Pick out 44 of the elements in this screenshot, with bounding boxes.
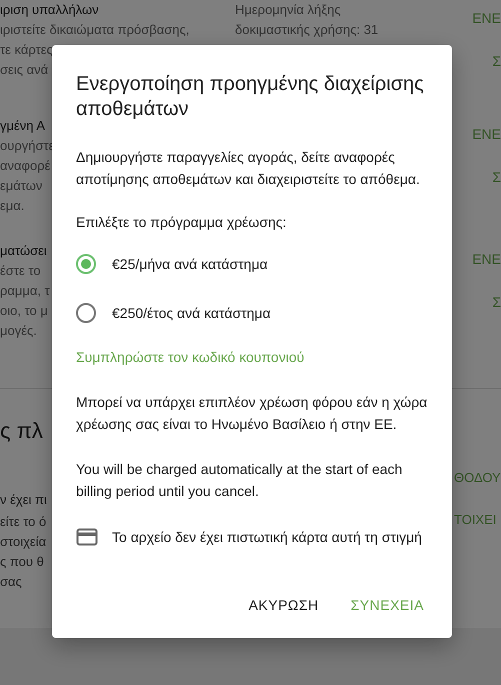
item-description: σεις ανά — [0, 61, 48, 79]
item-title: ιριση υπαλλήλων — [0, 1, 99, 19]
item-description: ιριστείτε δικαιώματα πρόσβασης, — [0, 21, 190, 39]
cancel-button[interactable]: ΑΚΥΡΩΣΗ — [236, 586, 331, 624]
item-description: σας — [0, 573, 22, 591]
item-description: μογές. — [0, 322, 37, 340]
item-description: εμάτων — [0, 177, 42, 195]
trial-end-text: Ημερομηνία λήξης — [235, 1, 341, 19]
item-description: είτε το ό — [0, 513, 46, 531]
action-link[interactable]: Σ — [492, 53, 501, 69]
radio-button[interactable] — [76, 303, 96, 323]
tax-note: Μπορεί να υπάρχει επιπλέον χρέωση φόρου εάν η χώρα χρέωσης σας είναι το Ηνωμένο Βασίλειο ή στην ΕΕ. — [76, 393, 428, 434]
action-link[interactable]: ΕΝΕ — [472, 126, 501, 142]
coupon-link[interactable]: Συμπληρώστε τον κωδικό κουπονιού — [76, 346, 304, 368]
action-link[interactable]: ΕΝΕ — [472, 251, 501, 267]
item-title: γμένη Α — [0, 117, 46, 135]
plan-option[interactable]: €250/έτος ανά κατάστημα — [76, 302, 271, 324]
item-description: εμα. — [0, 197, 24, 215]
item-description: οιο, το μ — [0, 302, 48, 320]
plan-option[interactable]: €25/μήνα ανά κατάστημα — [76, 253, 268, 275]
item-description: τε κάρτες — [0, 41, 53, 59]
dialog-description: Δημιουργήστε παραγγελίες αγοράς, δείτε αναφορές αποτίμησης αποθεμάτων και διαχειριστείτε το απόθεμα. — [76, 148, 421, 189]
trial-end-text: δοκιμαστικής χρήσης: 31 — [235, 21, 378, 39]
card-status-text: Το αρχείο δεν έχει πιστωτική κάρτα αυτή τη στιγμή — [112, 528, 422, 547]
dialog-title: Ενεργοποίηση προηγμένης διαχείρισης αποθεμάτων — [76, 72, 425, 122]
item-description: αναφορέ — [0, 157, 50, 175]
continue-button[interactable]: ΣΥΝΕΧΕΙΑ — [338, 586, 436, 624]
action-link[interactable]: Σ — [492, 294, 501, 310]
item-description: ν έχει πι — [0, 491, 47, 509]
section-heading: ς πλ — [0, 417, 43, 445]
plan-label: Επιλέξτε το πρόγραμμα χρέωσης: — [76, 213, 288, 232]
credit-card-icon — [76, 528, 98, 546]
radio-button[interactable] — [76, 254, 96, 274]
action-link[interactable]: Σ — [492, 169, 501, 185]
action-link[interactable]: ΕΝΕ — [472, 10, 501, 26]
item-description: ς που θ — [0, 553, 44, 571]
item-title: ματώσει — [0, 242, 47, 260]
billing-note: You will be charged automatically at the start of each billing period until you cancel. — [76, 460, 404, 501]
action-link[interactable]: ΤΟΙΧΕΙ — [454, 512, 496, 527]
item-description: ουργήστε — [0, 137, 54, 155]
item-description: στοιχεία — [0, 533, 46, 551]
action-link[interactable]: ΘΟΔΟΥ — [454, 470, 501, 485]
item-description: ραμμα, τ — [0, 282, 50, 300]
item-description: έστε το — [0, 262, 41, 280]
